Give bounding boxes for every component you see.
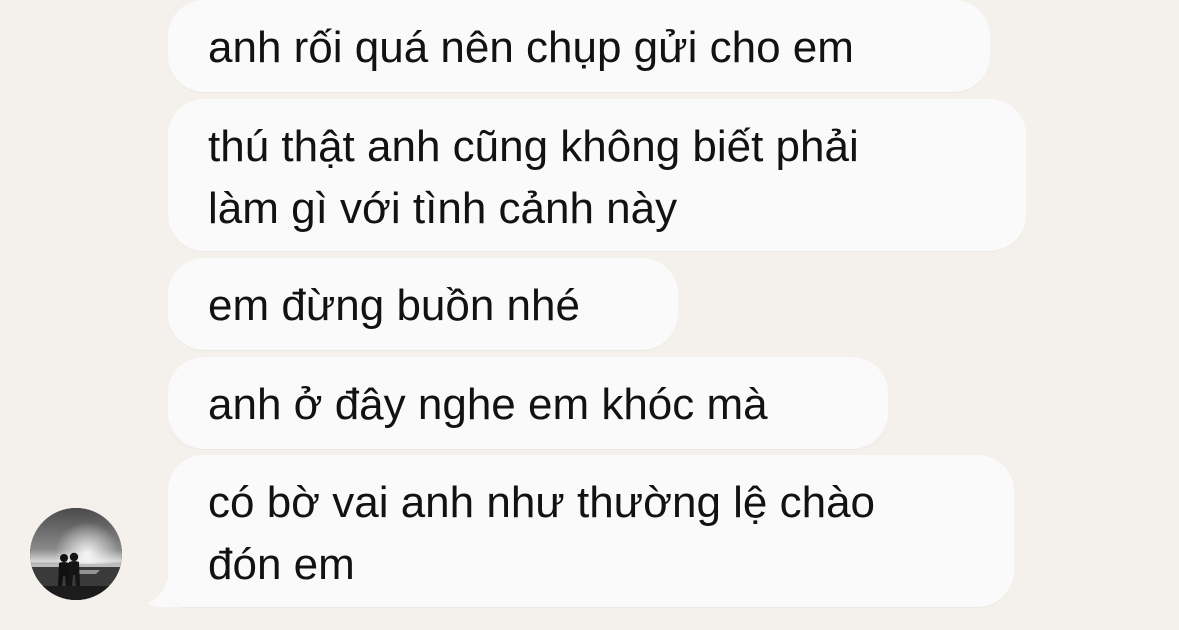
message-text-line: anh ở đây nghe em khóc mà [208,380,768,429]
message-bubble[interactable]: có bờ vai anh như thường lệ chào đón em [168,455,1014,607]
message-text-line: anh rối quá nên chụp gửi cho em [208,23,854,72]
message-text-line: thú thật anh cũng không biết phải [208,122,859,171]
message-text-line: đón em [208,540,355,589]
avatar-photo-icon [30,508,122,600]
message-text-line: làm gì với tình cảnh này [208,184,678,233]
message-bubble[interactable]: anh ở đây nghe em khóc mà [168,357,888,449]
message-bubble[interactable]: em đừng buồn nhé [168,258,678,350]
message-text-line: em đừng buồn nhé [208,281,580,330]
message-bubble[interactable]: thú thật anh cũng không biết phải làm gì… [168,99,1026,251]
message-bubble[interactable]: anh rối quá nên chụp gửi cho em [168,0,990,92]
chat-thread: anh rối quá nên chụp gửi cho em thú thật… [0,0,1179,630]
avatar[interactable] [30,508,122,600]
message-text-line: có bờ vai anh như thường lệ chào [208,478,876,527]
